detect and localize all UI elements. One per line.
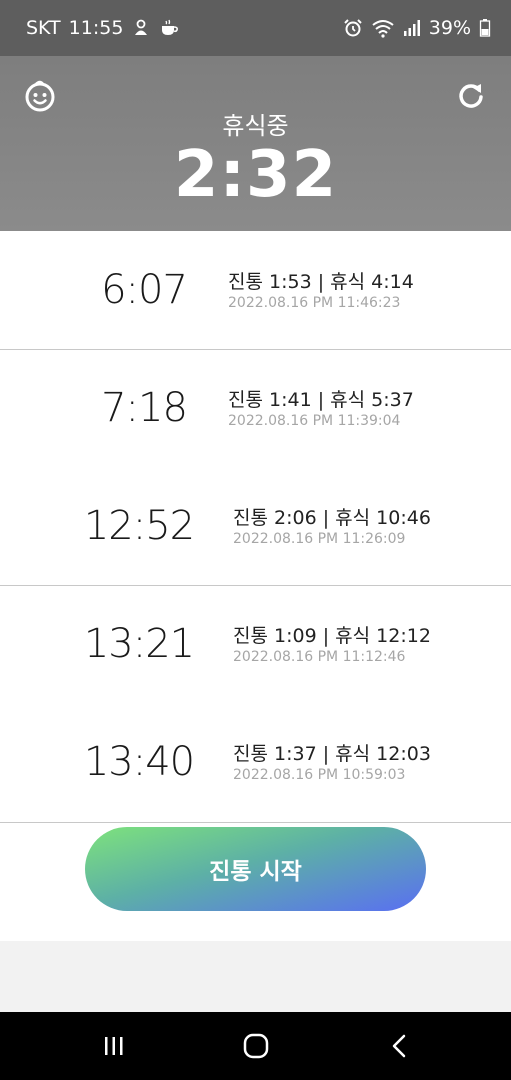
timer-header: 휴식중 2:32 xyxy=(0,56,511,231)
interval-value: 7:18 xyxy=(101,385,188,431)
battery-percent: 39% xyxy=(428,17,471,39)
status-left: SKT 11:55 xyxy=(26,17,179,39)
battery-icon xyxy=(479,18,491,38)
alarm-icon xyxy=(343,18,363,38)
list-item: 6:07 진통 1:53 | 휴식 4:14 2022.08.16 PM 11:… xyxy=(0,231,511,349)
status-bar: SKT 11:55 39% xyxy=(0,0,511,56)
list-item: 13:21 진통 1:09 | 휴식 12:12 2022.08.16 PM 1… xyxy=(0,585,511,703)
elapsed-timer: 2:32 xyxy=(173,138,338,212)
mode-label: 휴식중 xyxy=(222,112,289,140)
navigation-bar xyxy=(0,1012,511,1080)
record-timestamp: 2022.08.16 PM 11:39:04 xyxy=(228,413,401,429)
start-contraction-button[interactable]: 진통 시작 xyxy=(85,827,426,911)
contraction-list[interactable]: 6:07 진통 1:53 | 휴식 4:14 2022.08.16 PM 11:… xyxy=(0,231,511,823)
contraction-detail: 진통 1:53 | 휴식 4:14 xyxy=(228,271,414,293)
interval-value: 12:52 xyxy=(83,503,195,549)
recents-icon[interactable] xyxy=(96,1028,132,1064)
list-item: 12:52 진통 2:06 | 휴식 10:46 2022.08.16 PM 1… xyxy=(0,467,511,585)
contraction-detail: 진통 1:41 | 휴식 5:37 xyxy=(228,389,414,411)
interval-value: 13:21 xyxy=(83,621,195,667)
contraction-detail: 진통 1:37 | 휴식 12:03 xyxy=(233,743,431,765)
contraction-detail: 진통 1:09 | 휴식 12:12 xyxy=(233,625,431,647)
wifi-icon xyxy=(371,18,395,38)
contraction-detail: 진통 2:06 | 휴식 10:46 xyxy=(233,507,431,529)
record-timestamp: 2022.08.16 PM 11:12:46 xyxy=(233,649,406,665)
clock: 11:55 xyxy=(68,17,124,39)
list-item: 13:40 진통 1:37 | 휴식 12:03 2022.08.16 PM 1… xyxy=(0,703,511,821)
record-timestamp: 2022.08.16 PM 10:59:03 xyxy=(233,767,406,783)
status-right: 39% xyxy=(343,17,491,39)
list-item: 7:18 진통 1:41 | 휴식 5:37 2022.08.16 PM 11:… xyxy=(0,349,511,467)
signal-icon xyxy=(403,18,421,38)
back-icon[interactable] xyxy=(382,1028,418,1064)
interval-value: 6:07 xyxy=(101,267,188,313)
record-timestamp: 2022.08.16 PM 11:26:09 xyxy=(233,531,406,547)
action-area: 진통 시작 xyxy=(0,823,511,941)
carrier-label: SKT xyxy=(26,17,61,39)
home-icon[interactable] xyxy=(238,1028,274,1064)
record-timestamp: 2022.08.16 PM 11:46:23 xyxy=(228,295,401,311)
interval-value: 13:40 xyxy=(83,739,195,785)
cup-notification-icon xyxy=(159,18,179,38)
baby-notification-icon xyxy=(131,18,151,38)
